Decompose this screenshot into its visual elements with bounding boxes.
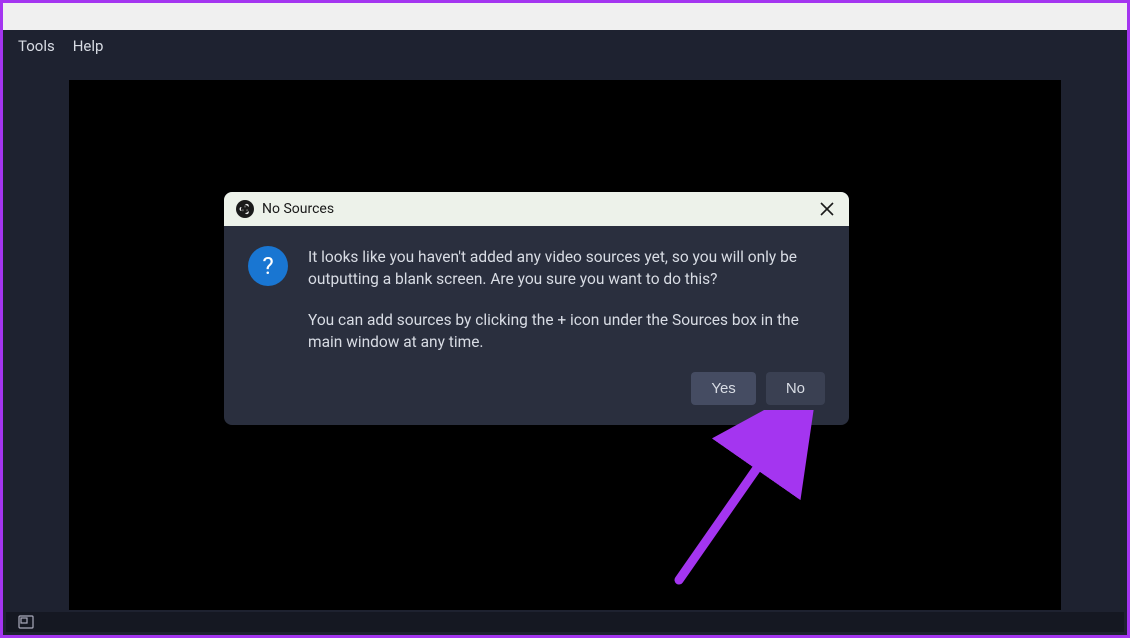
dialog-footer: Yes No (224, 372, 849, 425)
scene-icon (18, 615, 34, 629)
menu-bar: Tools Help (3, 30, 1127, 62)
bottom-panel (6, 612, 1124, 632)
question-icon: ? (248, 246, 288, 286)
dialog-header: No Sources (224, 192, 849, 226)
no-button[interactable]: No (766, 372, 825, 405)
main-area: No Sources ? It looks like you haven't a… (3, 62, 1127, 622)
menu-tools[interactable]: Tools (18, 37, 55, 55)
dialog-title: No Sources (262, 201, 334, 217)
dialog-text: It looks like you haven't added any vide… (308, 246, 825, 354)
no-sources-dialog: No Sources ? It looks like you haven't a… (224, 192, 849, 425)
close-icon[interactable] (817, 199, 837, 219)
dialog-title-group: No Sources (236, 200, 334, 218)
obs-icon (236, 200, 254, 218)
title-bar (3, 3, 1127, 30)
dialog-paragraph-2: You can add sources by clicking the + ic… (308, 309, 825, 354)
dialog-paragraph-1: It looks like you haven't added any vide… (308, 246, 825, 291)
preview-canvas: No Sources ? It looks like you haven't a… (69, 80, 1061, 610)
yes-button[interactable]: Yes (691, 372, 755, 405)
menu-help[interactable]: Help (73, 37, 104, 55)
dialog-body: ? It looks like you haven't added any vi… (224, 226, 849, 372)
arrow-annotation (639, 410, 829, 594)
